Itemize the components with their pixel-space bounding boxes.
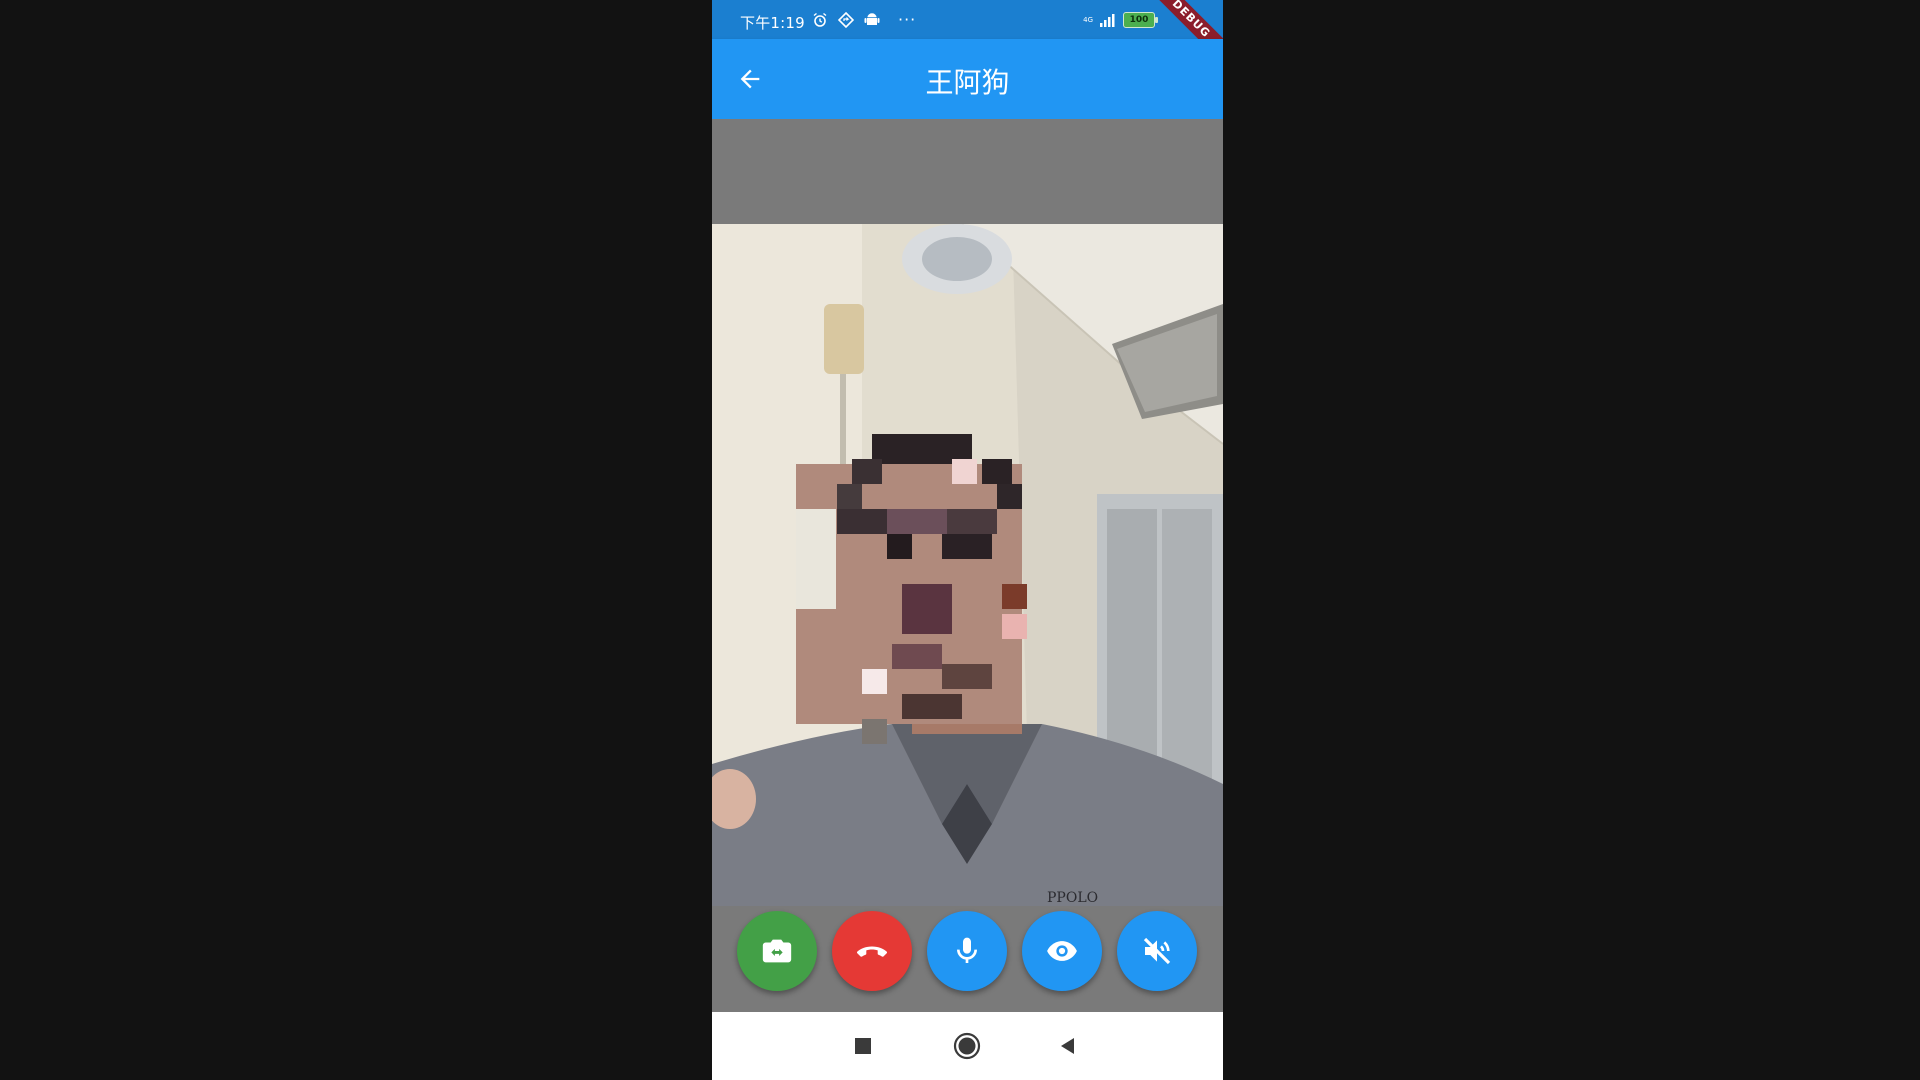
call-controls	[712, 906, 1223, 1012]
system-navigation-bar	[712, 1012, 1223, 1080]
eye-icon	[1047, 941, 1077, 961]
alarm-icon	[813, 12, 827, 27]
android-icon	[864, 12, 880, 25]
signal-strength-icon	[1100, 14, 1115, 27]
more-notifications-icon: ···	[898, 10, 917, 29]
page-title: 王阿狗	[925, 66, 1010, 99]
status-bar: 下午1:19 ··· 4G 100 DEBUG	[712, 0, 1223, 68]
network-type-label: 4G	[1083, 15, 1093, 24]
shirt-logo-text: PPOLO	[1047, 890, 1098, 906]
video-frame-image: PPOLO	[712, 224, 1223, 906]
home-button[interactable]	[953, 1032, 981, 1060]
switch-camera-button[interactable]	[737, 911, 817, 991]
navigation-diamond-icon	[838, 11, 854, 28]
back-icon	[1061, 1038, 1074, 1054]
mic-icon	[957, 937, 977, 963]
status-time: 下午1:19	[740, 14, 805, 32]
remote-video-placeholder	[712, 119, 1223, 224]
status-icons-right: 4G 100	[1083, 12, 1158, 28]
microphone-button[interactable]	[927, 911, 1007, 991]
call-end-icon	[856, 946, 888, 957]
mute-speaker-button[interactable]	[1117, 911, 1197, 991]
screen-background: 下午1:19 ··· 4G 100 DEBUG 王阿狗 PPOLO	[0, 0, 1920, 1080]
hang-up-button[interactable]	[832, 911, 912, 991]
phone-screen: 下午1:19 ··· 4G 100 DEBUG 王阿狗 PPOLO	[712, 0, 1223, 1080]
recents-button[interactable]	[849, 1032, 877, 1060]
home-icon	[953, 1032, 981, 1060]
status-icons-left: ···	[812, 10, 916, 29]
switch-camera-icon	[762, 939, 792, 963]
recents-icon	[855, 1038, 871, 1054]
volume-off-icon	[1143, 937, 1171, 965]
app-bar: 王阿狗	[712, 39, 1223, 119]
battery-icon: 100	[1123, 12, 1158, 28]
local-video-feed: PPOLO	[712, 224, 1223, 906]
view-button[interactable]	[1022, 911, 1102, 991]
battery-level: 100	[1129, 15, 1149, 25]
system-back-button[interactable]	[1054, 1032, 1082, 1060]
